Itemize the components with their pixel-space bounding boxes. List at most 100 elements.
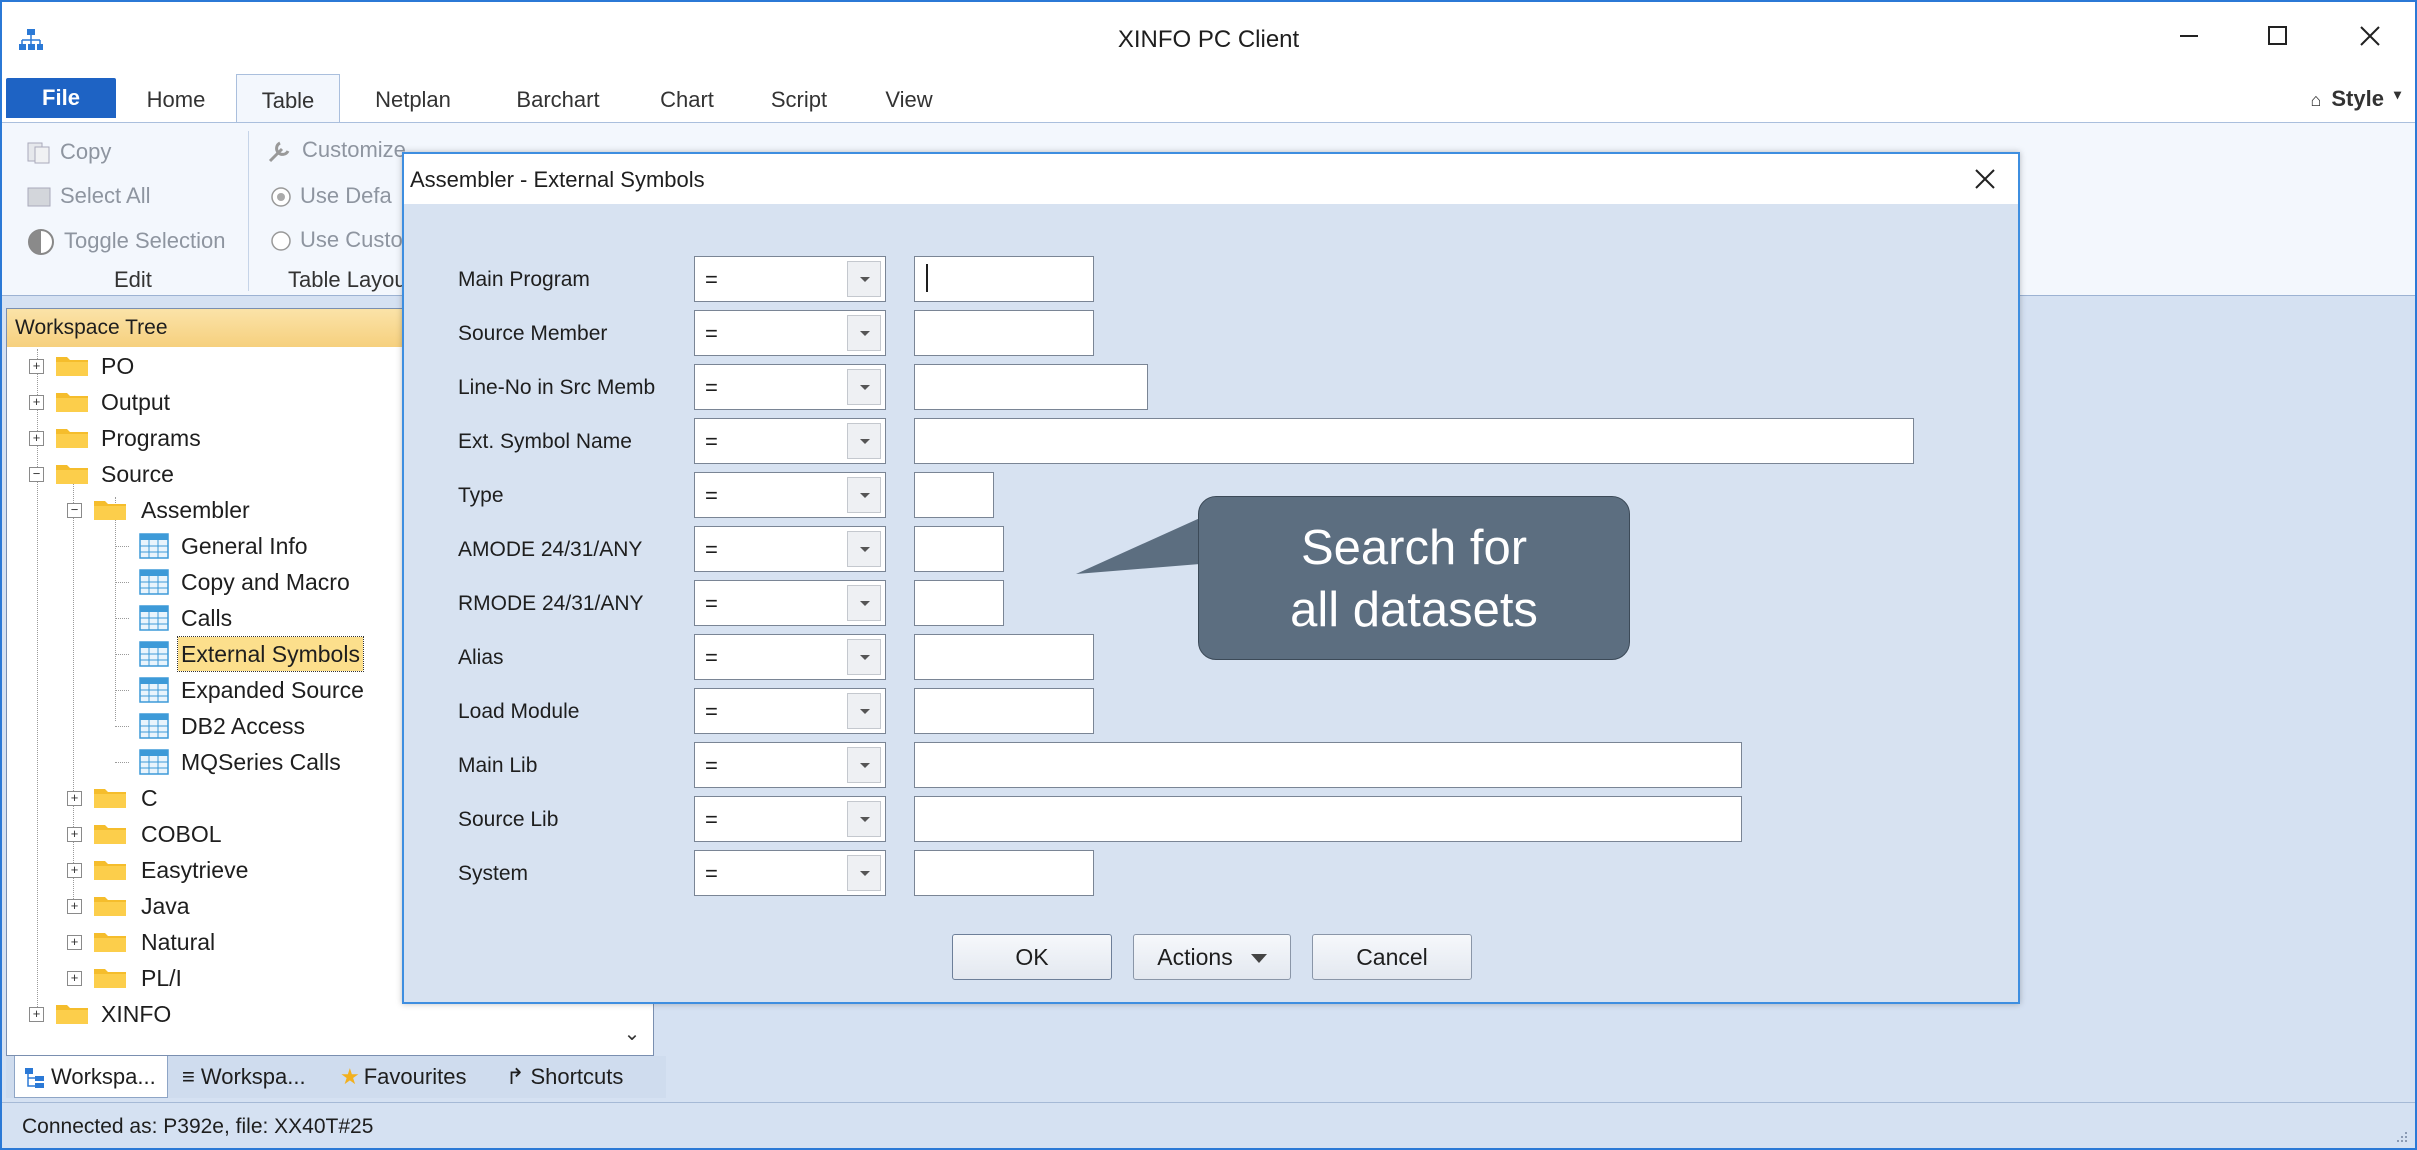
- operator-select[interactable]: =: [694, 526, 886, 572]
- resize-grip-icon[interactable]: [2393, 1128, 2409, 1144]
- expand-icon[interactable]: +: [29, 395, 44, 410]
- tree-connector-line: [115, 546, 129, 547]
- tab-workspace-tree[interactable]: Workspa...: [14, 1056, 168, 1098]
- field-label: Main Lib: [458, 754, 538, 777]
- dropdown-arrow-icon[interactable]: [847, 261, 881, 297]
- dropdown-arrow-icon[interactable]: [847, 423, 881, 459]
- tree-node-label: External Symbols: [177, 636, 364, 672]
- tab-script[interactable]: Script: [752, 74, 846, 122]
- main-lib-input[interactable]: [914, 742, 1742, 788]
- expand-icon[interactable]: +: [67, 971, 82, 986]
- tree-connector-line: [115, 762, 129, 763]
- tree-node-label: Easytrieve: [141, 857, 249, 883]
- operator-select[interactable]: =: [694, 688, 886, 734]
- dropdown-arrow-icon[interactable]: [847, 585, 881, 621]
- use-default-radio[interactable]: Use Defa: [270, 183, 392, 209]
- dropdown-arrow-icon[interactable]: [847, 315, 881, 351]
- tab-home[interactable]: Home: [128, 74, 224, 122]
- operator-value: =: [705, 429, 718, 454]
- tab-barchart[interactable]: Barchart: [498, 74, 618, 122]
- tab-favourites[interactable]: ★ Favourites: [340, 1056, 490, 1098]
- customize-button[interactable]: Customize: [266, 137, 406, 165]
- tree-node-label: COBOL: [141, 821, 222, 847]
- toggle-selection-button[interactable]: Toggle Selection: [26, 227, 225, 257]
- load-module-input[interactable]: [914, 688, 1094, 734]
- source-member-input[interactable]: [914, 310, 1094, 356]
- operator-value: =: [705, 537, 718, 562]
- scroll-down-chevron-icon[interactable]: ⌄: [619, 1021, 645, 1047]
- copy-button[interactable]: Copy: [26, 139, 111, 165]
- dropdown-arrow-icon[interactable]: [847, 855, 881, 891]
- operator-select[interactable]: =: [694, 850, 886, 896]
- rmode-input[interactable]: [914, 580, 1004, 626]
- operator-select[interactable]: =: [694, 364, 886, 410]
- tree-node-label: PL/I: [141, 965, 182, 991]
- use-custom-radio[interactable]: Use Custo: [270, 227, 403, 253]
- main-program-input[interactable]: [914, 256, 1094, 302]
- ok-button[interactable]: OK: [952, 934, 1112, 980]
- type-input[interactable]: [914, 472, 994, 518]
- line-no-input[interactable]: [914, 364, 1148, 410]
- tab-table[interactable]: Table: [236, 74, 340, 123]
- folder-icon: [94, 789, 126, 808]
- select-all-button[interactable]: Select All: [26, 183, 151, 209]
- dropdown-arrow-icon[interactable]: [847, 801, 881, 837]
- tab-netplan[interactable]: Netplan: [356, 74, 470, 122]
- cancel-button[interactable]: Cancel: [1312, 934, 1472, 980]
- tab-chart[interactable]: Chart: [642, 74, 732, 122]
- operator-value: =: [705, 483, 718, 508]
- operator-value: =: [705, 645, 718, 670]
- style-dropdown[interactable]: ⌂ Style ▾: [2311, 86, 2402, 112]
- dialog-close-icon[interactable]: [1970, 164, 2000, 194]
- actions-label: Actions: [1157, 944, 1233, 970]
- alias-input[interactable]: [914, 634, 1094, 680]
- tab-shortcuts[interactable]: ↱ Shortcuts: [506, 1056, 656, 1098]
- operator-select[interactable]: =: [694, 310, 886, 356]
- ext-symbol-name-input[interactable]: [914, 418, 1914, 464]
- tab-workspace-list[interactable]: ≡ Workspa...: [182, 1056, 332, 1098]
- expand-icon[interactable]: +: [67, 899, 82, 914]
- customize-label: Customize: [302, 137, 406, 162]
- collapse-ribbon-icon[interactable]: ⌂: [2311, 90, 2322, 110]
- actions-button[interactable]: Actions: [1133, 934, 1291, 980]
- close-icon[interactable]: [2350, 16, 2390, 56]
- dropdown-arrow-icon[interactable]: [847, 531, 881, 567]
- amode-input[interactable]: [914, 526, 1004, 572]
- expand-icon[interactable]: +: [67, 827, 82, 842]
- operator-select[interactable]: =: [694, 580, 886, 626]
- expand-icon[interactable]: +: [67, 935, 82, 950]
- dropdown-arrow-icon[interactable]: [847, 639, 881, 675]
- operator-select[interactable]: =: [694, 796, 886, 842]
- operator-select[interactable]: =: [694, 634, 886, 680]
- maximize-icon[interactable]: [2258, 16, 2298, 56]
- dropdown-arrow-icon[interactable]: [847, 693, 881, 729]
- minimize-icon[interactable]: [2170, 16, 2210, 56]
- system-input[interactable]: [914, 850, 1094, 896]
- dropdown-arrow-icon[interactable]: [847, 369, 881, 405]
- expand-icon[interactable]: +: [67, 863, 82, 878]
- operator-select[interactable]: =: [694, 418, 886, 464]
- dropdown-arrow-icon[interactable]: [847, 747, 881, 783]
- select-all-icon: [27, 187, 51, 207]
- operator-select[interactable]: =: [694, 256, 886, 302]
- tree-node-label: XINFO: [101, 1001, 172, 1027]
- style-label: Style: [2331, 86, 2384, 111]
- tree-node-label: MQSeries Calls: [181, 749, 341, 775]
- operator-select[interactable]: =: [694, 472, 886, 518]
- collapse-icon[interactable]: −: [67, 503, 82, 518]
- expand-icon[interactable]: +: [29, 1007, 44, 1022]
- expand-icon[interactable]: +: [29, 431, 44, 446]
- collapse-icon[interactable]: −: [29, 467, 44, 482]
- callout-pointer: [1076, 518, 1200, 574]
- tab-view[interactable]: View: [866, 74, 952, 122]
- source-lib-input[interactable]: [914, 796, 1742, 842]
- chevron-down-icon: ▾: [2393, 86, 2401, 102]
- operator-select[interactable]: =: [694, 742, 886, 788]
- dropdown-arrow-icon[interactable]: [847, 477, 881, 513]
- app-window: XINFO PC Client File Home Table Netplan …: [0, 0, 2417, 1150]
- expand-icon[interactable]: +: [67, 791, 82, 806]
- tab-file[interactable]: File: [6, 78, 116, 118]
- expand-icon[interactable]: +: [29, 359, 44, 374]
- radio-icon: [271, 231, 291, 251]
- field-label: Type: [458, 484, 504, 507]
